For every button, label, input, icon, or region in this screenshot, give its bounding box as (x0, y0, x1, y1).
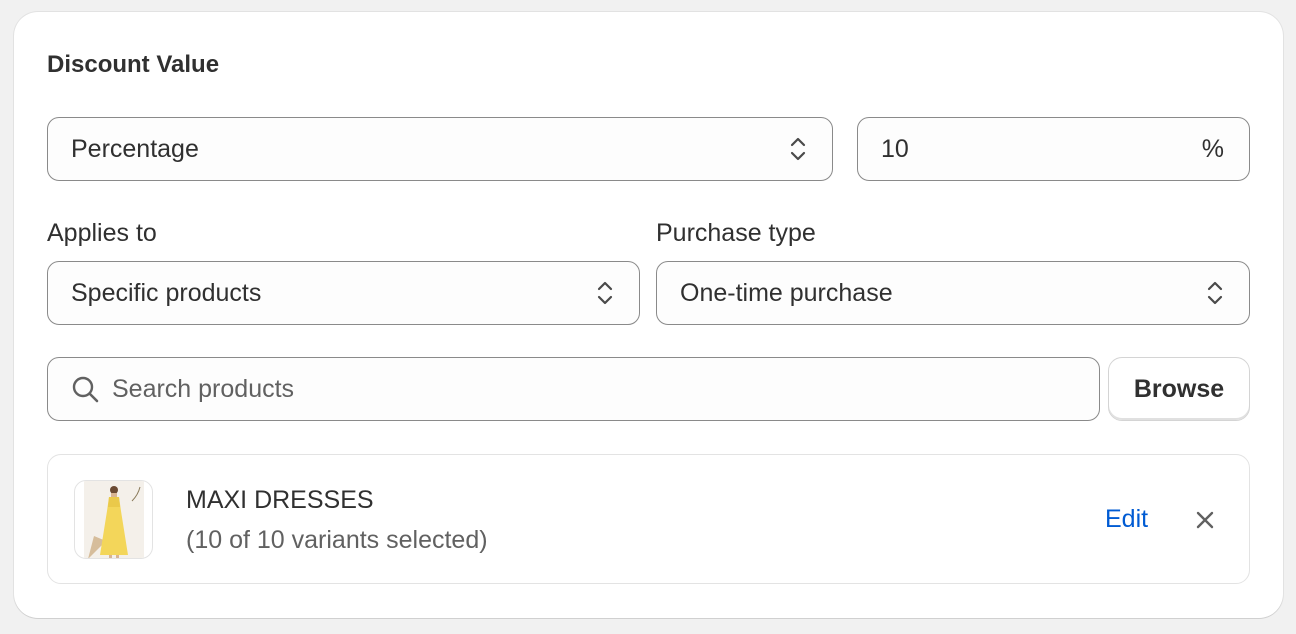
discount-type-value: Percentage (71, 134, 199, 163)
section-title: Discount Value (47, 51, 220, 78)
selected-product-row: MAXI DRESSES (10 of 10 variants selected… (47, 454, 1250, 584)
edit-product-link[interactable]: Edit (1105, 505, 1148, 534)
purchase-type-label: Purchase type (656, 219, 816, 247)
search-input[interactable] (112, 374, 1012, 404)
close-icon[interactable] (1192, 507, 1218, 533)
percent-suffix: % (1201, 134, 1224, 163)
purchase-type-value: One-time purchase (680, 278, 893, 307)
select-chevron-icon (1203, 278, 1227, 308)
product-variants-count: (10 of 10 variants selected) (186, 526, 488, 554)
purchase-type-select[interactable]: One-time purchase (656, 261, 1250, 325)
discount-amount-value: 10 (881, 134, 909, 163)
search-icon (70, 374, 100, 404)
applies-to-label: Applies to (47, 219, 157, 247)
product-name: MAXI DRESSES (186, 486, 374, 514)
applies-to-select[interactable]: Specific products (47, 261, 640, 325)
product-thumbnail (74, 480, 153, 559)
select-chevron-icon (593, 278, 617, 308)
discount-type-select[interactable]: Percentage (47, 117, 833, 181)
discount-amount-field[interactable]: 10 % (857, 117, 1250, 181)
browse-button[interactable]: Browse (1108, 357, 1250, 421)
applies-to-value: Specific products (71, 278, 262, 307)
select-chevron-icon (786, 134, 810, 164)
search-products-field[interactable] (47, 357, 1100, 421)
